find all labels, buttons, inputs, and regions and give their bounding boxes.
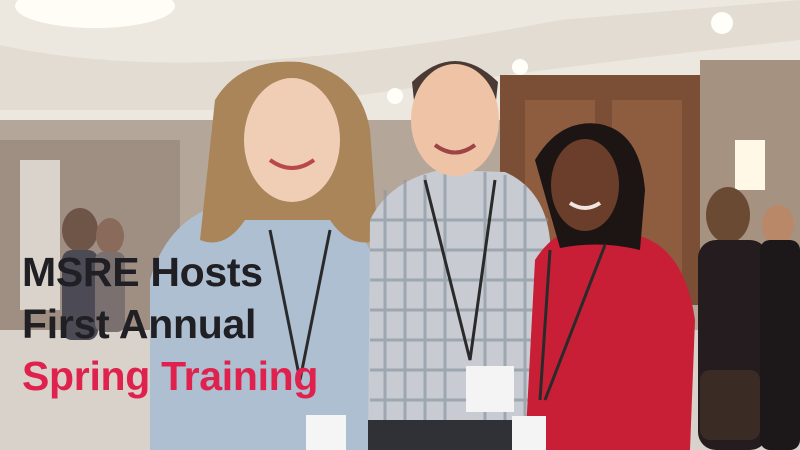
headline-line-1: MSRE Hosts bbox=[22, 249, 263, 295]
headline: MSRE Hosts First Annual Spring Training bbox=[22, 246, 318, 402]
event-photo: MSRE Hosts First Annual Spring Training bbox=[0, 0, 800, 450]
headline-line-3: Spring Training bbox=[22, 353, 319, 399]
headline-line-2: First Annual bbox=[22, 301, 257, 347]
